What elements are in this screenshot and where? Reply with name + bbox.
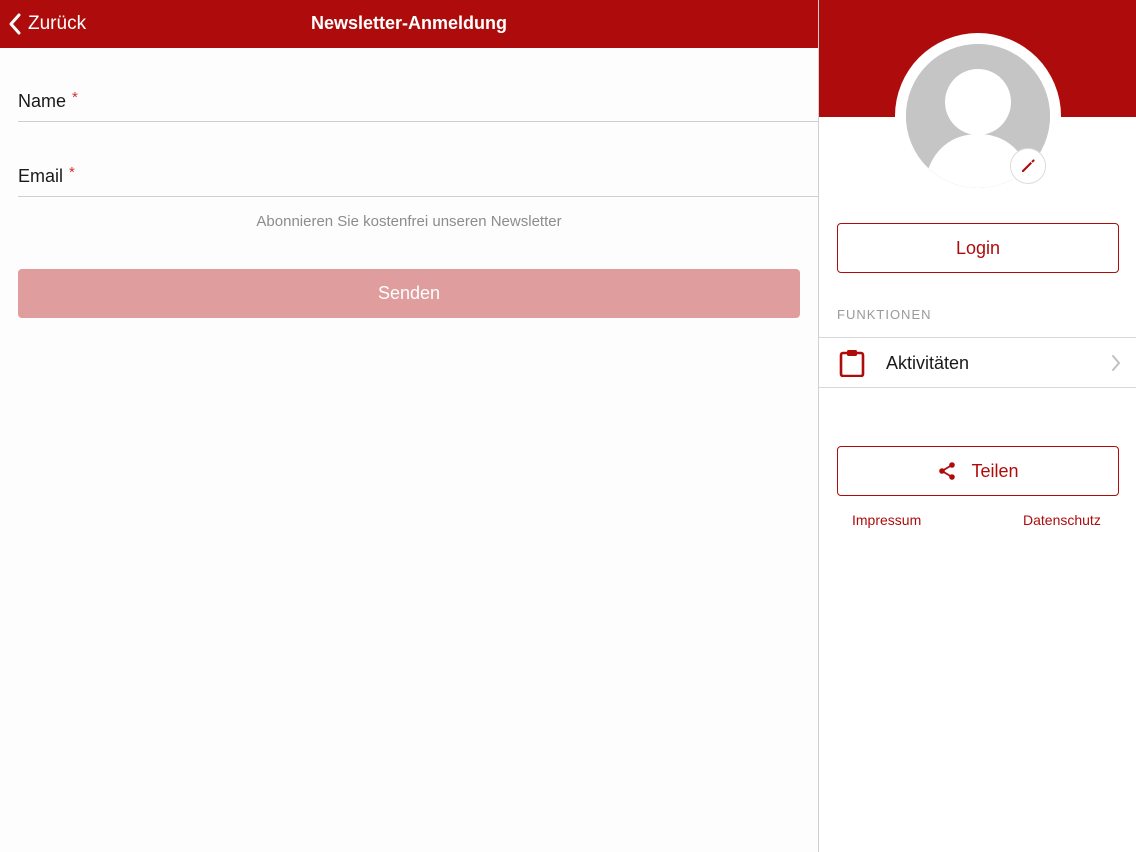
name-input[interactable] [108, 82, 808, 120]
main-panel: Zurück Newsletter-Anmeldung Name * Email… [0, 0, 818, 852]
newsletter-hint: Abonnieren Sie kostenfrei unseren Newsle… [256, 213, 562, 230]
navbar: Zurück Newsletter-Anmeldung [0, 0, 818, 48]
name-field-label: Name [18, 91, 67, 111]
section-label-funktionen: FUNKTIONEN [837, 307, 932, 322]
app: Zurück Newsletter-Anmeldung Name * Email… [0, 0, 1136, 852]
menu-item-label: Aktivitäten [886, 353, 970, 373]
email-input[interactable] [108, 157, 808, 195]
impressum-link[interactable]: Impressum [852, 512, 921, 528]
sidebar: Login FUNKTIONEN Aktivitäten Teilen Impr… [818, 0, 1136, 852]
email-field[interactable]: Email * [18, 157, 818, 197]
menu-item-aktivitaeten[interactable]: Aktivitäten [819, 337, 1136, 388]
share-button-label: Teilen [971, 460, 1019, 481]
clipboard-icon [839, 350, 865, 377]
datenschutz-link[interactable]: Datenschutz [1023, 512, 1101, 528]
edit-avatar-button[interactable] [1010, 148, 1046, 184]
send-button[interactable]: Senden [18, 269, 800, 318]
share-button[interactable]: Teilen [837, 446, 1119, 496]
email-field-label: Email [18, 166, 64, 186]
login-button[interactable]: Login [837, 223, 1119, 273]
chevron-right-icon [1112, 355, 1120, 371]
required-marker: * [72, 89, 78, 106]
name-field[interactable]: Name * [18, 82, 818, 122]
share-icon [939, 462, 956, 480]
page-title: Newsletter-Anmeldung [310, 13, 508, 33]
required-marker: * [69, 164, 75, 181]
pencil-icon [1022, 159, 1035, 172]
